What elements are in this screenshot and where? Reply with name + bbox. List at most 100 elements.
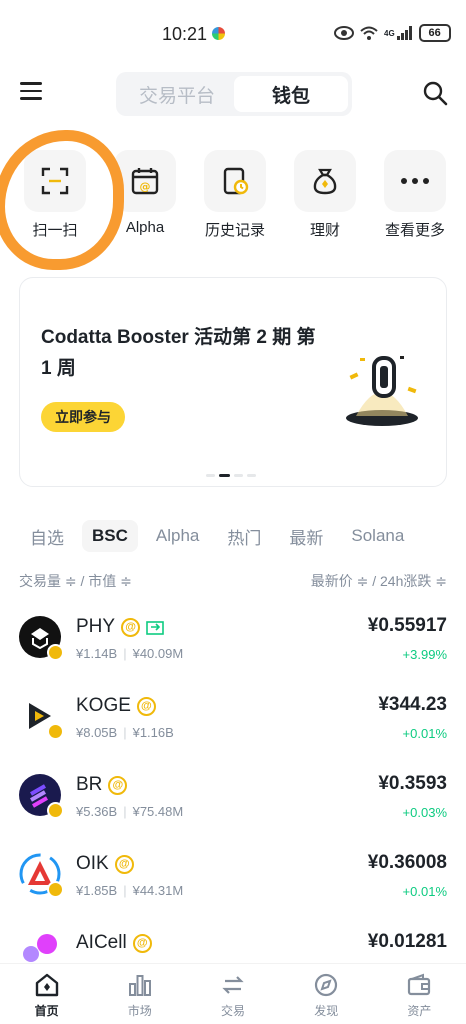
wallet-icon [408, 973, 431, 996]
tab-favorites[interactable]: 自选 [18, 518, 74, 555]
nav-discover[interactable]: 发现 [280, 964, 373, 1024]
token-name: AICell [76, 932, 127, 953]
token-price: ¥344.23 [378, 694, 447, 715]
token-change: +3.99% [402, 647, 447, 662]
token-price: ¥0.55917 [367, 615, 447, 636]
scan-button[interactable]: 扫一扫 [12, 150, 98, 240]
tab-bsc[interactable]: BSC [82, 520, 138, 552]
menu-icon[interactable] [20, 82, 42, 104]
token-logo-koge [19, 695, 64, 740]
nav-home-label: 首页 [34, 1004, 59, 1018]
nav-home[interactable]: 首页 [0, 964, 93, 1024]
alpha-badge-icon: @ [108, 775, 128, 795]
tab-hot[interactable]: 热门 [217, 518, 271, 555]
scan-icon [24, 150, 86, 212]
token-volume: ¥1.14B [76, 646, 118, 661]
token-mcap: ¥40.09M [132, 646, 184, 661]
join-now-button[interactable]: 立即参与 [41, 402, 125, 432]
eye-icon [334, 26, 354, 40]
wifi-icon [360, 26, 378, 40]
alpha-badge-icon: @ [114, 854, 134, 874]
sort-row: 交易量 ≑ / 市值 ≑ 最新价 ≑ / 24h涨跌 ≑ [19, 571, 447, 591]
token-logo-br [19, 774, 64, 819]
token-price: ¥0.3593 [378, 773, 447, 794]
promo-banner[interactable]: Codatta Booster 活动第 2 期 第 1 周 立即参与 [19, 277, 447, 487]
more-label: 查看更多 [384, 222, 445, 239]
token-name: KOGE [76, 695, 131, 716]
table-row[interactable]: PHY @ ¥1.14B | ¥40.09M ¥0.55917 +3.99% [0, 604, 466, 683]
alpha-calendar-icon: @ [114, 150, 176, 212]
token-list: PHY @ ¥1.14B | ¥40.09M ¥0.55917 +3.99% KOGE… [0, 604, 466, 999]
svg-text:@: @ [140, 180, 151, 193]
token-change: +0.03% [402, 805, 447, 820]
table-row[interactable]: BR @ ¥5.36B | ¥75.48M ¥0.3593 +0.03% [0, 762, 466, 841]
top-header: 交易平台 钱包 [0, 72, 466, 116]
token-logo-oik [19, 853, 64, 898]
sort-price-change[interactable]: 最新价 ≑ / 24h涨跌 ≑ [311, 571, 447, 591]
token-price: ¥0.36008 [367, 852, 447, 873]
market-chart-icon [128, 975, 151, 996]
compass-icon [315, 973, 338, 997]
status-icons: 4G 66 [334, 22, 451, 44]
history-label: 历史记录 [204, 222, 265, 239]
token-name: BR [76, 774, 103, 795]
table-row[interactable]: KOGE @ ¥8.05B | ¥1.16B ¥344.23 +0.01% [0, 683, 466, 762]
token-name: OIK [76, 853, 109, 874]
network-type: 4G [384, 28, 395, 38]
token-mcap: ¥75.48M [132, 804, 184, 819]
nav-trade-label: 交易 [221, 1004, 246, 1018]
alpha-badge-icon: @ [132, 933, 152, 953]
banner-illustration [346, 356, 418, 426]
status-time: 10:21 [162, 24, 208, 44]
alpha-badge-icon: @ [121, 617, 141, 637]
alpha-badge-icon: @ [136, 696, 156, 716]
alpha-button[interactable]: @ Alpha [102, 150, 188, 240]
bnb-chain-icon [47, 723, 64, 740]
nav-discover-label: 发现 [314, 1004, 339, 1018]
scan-label: 扫一扫 [32, 222, 78, 239]
token-volume: ¥8.05B [76, 725, 118, 740]
mode-switch: 交易平台 钱包 [116, 72, 352, 116]
token-change: +0.01% [402, 884, 447, 899]
battery-icon: 66 [418, 24, 451, 42]
token-name: PHY [76, 616, 116, 637]
token-change: +0.01% [402, 726, 447, 741]
nav-assets[interactable]: 资产 [373, 964, 466, 1024]
bnb-chain-icon [47, 802, 64, 819]
token-volume: ¥1.85B [76, 883, 118, 898]
search-icon[interactable] [422, 80, 448, 106]
transfer-tag-icon [146, 621, 164, 635]
nav-assets-label: 资产 [407, 1004, 432, 1018]
more-button[interactable]: 查看更多 [372, 150, 458, 240]
signal-icon [396, 26, 412, 40]
token-mcap: ¥44.31M [132, 883, 184, 898]
bnb-chain-icon [47, 881, 64, 898]
tab-solana[interactable]: Solana [341, 520, 414, 552]
token-logo-phy [19, 616, 64, 661]
bottom-nav: 首页 市场 交易 发现 资产 [0, 963, 466, 1024]
market-tabs: 自选 BSC Alpha 热门 最新 Solana [18, 519, 466, 553]
alpha-label: Alpha [125, 219, 165, 236]
table-row[interactable]: OIK @ ¥1.85B | ¥44.31M ¥0.36008 +0.01% [0, 841, 466, 920]
sort-volume-mcap[interactable]: 交易量 ≑ / 市值 ≑ [19, 571, 132, 591]
earn-label: 理财 [309, 222, 340, 239]
more-icon [384, 150, 446, 212]
tab-alpha[interactable]: Alpha [146, 520, 209, 552]
bnb-chain-icon [47, 644, 64, 661]
earn-button[interactable]: 理财 [282, 150, 368, 240]
token-mcap: ¥1.16B [132, 725, 174, 740]
tab-new[interactable]: 最新 [279, 518, 333, 555]
nav-trade[interactable]: 交易 [186, 964, 279, 1024]
tab-exchange[interactable]: 交易平台 [120, 76, 234, 112]
token-volume: ¥5.36B [76, 804, 118, 819]
tab-wallet[interactable]: 钱包 [234, 76, 348, 112]
trade-swap-icon [222, 976, 244, 994]
token-price: ¥0.01281 [367, 931, 447, 952]
history-button[interactable]: 历史记录 [192, 150, 278, 240]
nav-market[interactable]: 市场 [93, 964, 186, 1024]
nav-market-label: 市场 [127, 1004, 152, 1018]
history-icon [204, 150, 266, 212]
status-bar: 10:21 4G 66 [0, 0, 466, 66]
app-notification-icon [212, 27, 225, 40]
carousel-indicator [206, 474, 256, 477]
